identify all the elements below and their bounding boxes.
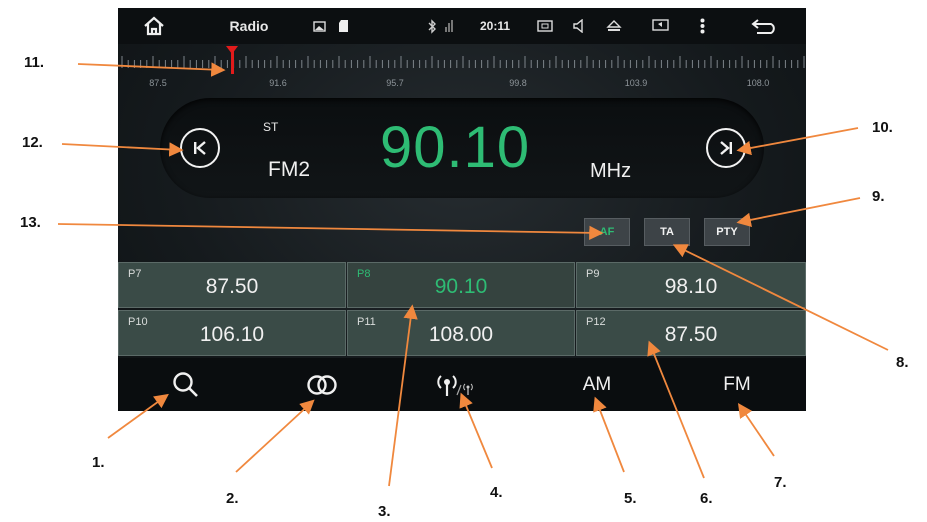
am-button[interactable]: AM [572, 358, 622, 411]
ta-button[interactable]: TA [644, 218, 690, 246]
preset-p8[interactable]: P8 90.10 [347, 262, 575, 308]
clock: 20:11 [479, 19, 511, 33]
preset-frequency: 87.50 [664, 323, 718, 346]
af-button[interactable]: AF [584, 218, 630, 246]
bottom-toolbar: AM FM [118, 358, 806, 411]
preset-frequency: 90.10 [434, 275, 488, 298]
volume-icon[interactable] [568, 8, 590, 44]
arrow-7 [737, 403, 775, 457]
screenshot-icon[interactable] [534, 8, 556, 44]
callout-5: 5. [624, 490, 637, 507]
callout-8: 8. [896, 354, 909, 371]
arrow-2 [235, 399, 315, 473]
callout-3: 3. [378, 503, 391, 520]
callout-1: 1. [92, 454, 105, 471]
skip-next-icon[interactable] [706, 128, 746, 168]
preset-p11[interactable]: P11 108.00 [347, 310, 575, 356]
eject-icon[interactable] [602, 8, 626, 44]
home-icon[interactable] [132, 8, 176, 44]
scale-label: 103.9 [624, 78, 648, 88]
sd-card-icon [335, 8, 351, 44]
tuner-scale[interactable]: 87.5 91.6 95.7 99.8 103.9 108.0 [118, 44, 806, 96]
radio-screen: Radio 20:11 87.5 91.6 95.7 99.8 103.9 10… [118, 8, 806, 411]
tuning-needle[interactable] [231, 48, 234, 74]
preset-p12[interactable]: P12 87.50 [576, 310, 806, 356]
callout-4: 4. [490, 484, 503, 501]
callout-2: 2. [226, 490, 239, 507]
display-icon[interactable] [648, 8, 672, 44]
preset-grid: P7 87.50 P8 90.10 P9 98.10 P10 106.10 P1… [118, 262, 806, 358]
callout-12: 12. [22, 134, 43, 151]
band-label: FM2 [268, 158, 310, 181]
skip-previous-icon[interactable] [180, 128, 220, 168]
gallery-icon [310, 8, 328, 44]
bluetooth-icon [424, 8, 440, 44]
scale-label: 91.6 [269, 78, 287, 88]
callout-11: 11. [24, 54, 45, 71]
scale-label: 95.7 [386, 78, 404, 88]
stereo-icon[interactable] [294, 358, 350, 411]
app-title: Radio [229, 18, 269, 34]
callout-13: 13. [20, 214, 41, 231]
callout-9: 9. [872, 188, 885, 205]
scale-label: 108.0 [746, 78, 770, 88]
preset-frequency: 98.10 [664, 275, 718, 298]
preset-p7[interactable]: P7 87.50 [118, 262, 346, 308]
frequency-readout: 90.10 [380, 115, 531, 180]
signal-icon [442, 8, 456, 44]
pty-button[interactable]: PTY [704, 218, 750, 246]
antenna-icon[interactable] [428, 358, 484, 411]
fm-button[interactable]: FM [712, 358, 762, 411]
search-icon[interactable] [158, 358, 214, 411]
callout-6: 6. [700, 490, 713, 507]
scale-ticks [121, 56, 805, 68]
preset-p10[interactable]: P10 106.10 [118, 310, 346, 356]
preset-frequency: 87.50 [205, 275, 259, 298]
scale-label: 99.8 [509, 78, 527, 88]
status-bar: Radio 20:11 [118, 8, 806, 44]
preset-p9[interactable]: P9 98.10 [576, 262, 806, 308]
frequency-unit: MHz [590, 160, 632, 182]
callout-10: 10. [872, 119, 893, 136]
menu-dots-icon[interactable] [694, 8, 710, 44]
stereo-indicator: ST [263, 120, 279, 134]
scale-label: 87.5 [149, 78, 167, 88]
preset-frequency: 108.00 [428, 323, 494, 346]
callout-7: 7. [774, 474, 787, 491]
back-icon[interactable] [744, 8, 784, 44]
preset-frequency: 106.10 [199, 323, 265, 346]
